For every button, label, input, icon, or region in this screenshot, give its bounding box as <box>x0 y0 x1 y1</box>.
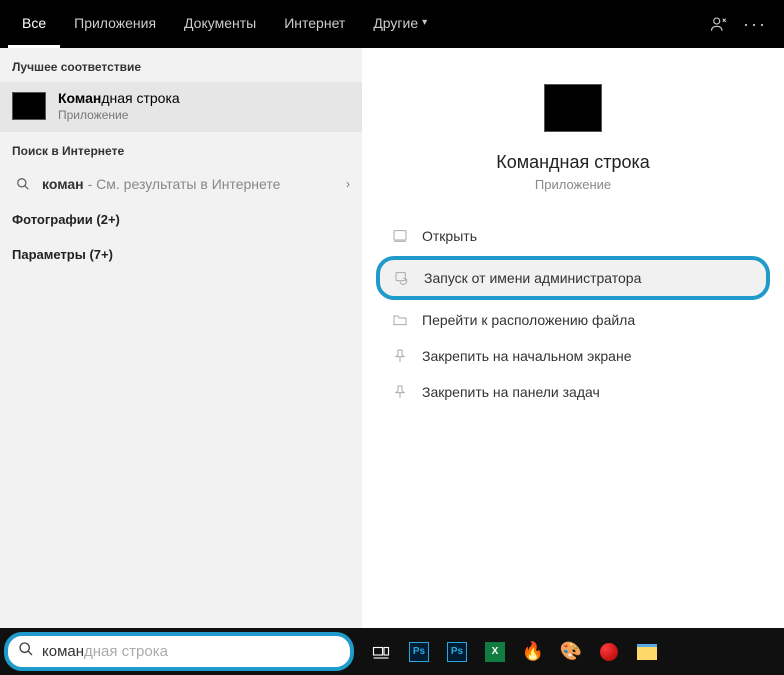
preview-app-icon <box>544 84 602 132</box>
best-match-item[interactable]: Командная строка Приложение <box>0 82 362 132</box>
bottom-bar: командная строка Ps Ps X 🔥 🎨 <box>0 628 784 675</box>
action-open[interactable]: Открыть <box>380 218 766 254</box>
best-match-title: Командная строка <box>58 90 180 106</box>
web-search-row[interactable]: коман - См. результаты в Интернете › <box>0 166 362 202</box>
tab-web[interactable]: Интернет <box>270 0 359 48</box>
tab-all[interactable]: Все <box>8 0 60 48</box>
category-photos[interactable]: Фотографии (2+) <box>0 202 362 237</box>
file-explorer-icon[interactable] <box>630 635 664 669</box>
paint-app-icon[interactable]: 🎨 <box>554 635 588 669</box>
cdburner-app-icon[interactable]: 🔥 <box>516 635 550 669</box>
folder-icon <box>388 312 412 328</box>
action-pin-taskbar[interactable]: Закрепить на панели задач <box>380 374 766 410</box>
preview-subtitle: Приложение <box>535 177 611 192</box>
feedback-icon[interactable] <box>710 15 728 33</box>
search-results-main: Лучшее соответствие Командная строка При… <box>0 48 784 628</box>
filter-tabs: Все Приложения Документы Интернет Другие… <box>8 0 441 48</box>
pin-taskbar-icon <box>388 384 412 400</box>
action-run-as-admin[interactable]: Запуск от имени администратора <box>376 256 770 300</box>
chevron-right-icon: › <box>346 177 350 191</box>
photoshop-app-icon-2[interactable]: Ps <box>440 635 474 669</box>
search-icon <box>18 641 34 662</box>
taskbar: Ps Ps X 🔥 🎨 <box>358 628 784 675</box>
photoshop-app-icon[interactable]: Ps <box>402 635 436 669</box>
excel-app-icon[interactable]: X <box>478 635 512 669</box>
best-match-subtitle: Приложение <box>58 108 180 122</box>
admin-shield-icon <box>390 270 414 286</box>
chevron-down-icon: ▾ <box>422 17 427 28</box>
task-view-icon[interactable] <box>364 635 398 669</box>
pin-start-icon <box>388 348 412 364</box>
web-search-header: Поиск в Интернете <box>0 132 362 166</box>
tab-apps[interactable]: Приложения <box>60 0 170 48</box>
results-left-panel: Лучшее соответствие Командная строка При… <box>0 48 362 628</box>
search-filter-topbar: Все Приложения Документы Интернет Другие… <box>0 0 784 48</box>
category-settings[interactable]: Параметры (7+) <box>0 237 362 272</box>
action-pin-start[interactable]: Закрепить на начальном экране <box>380 338 766 374</box>
search-text[interactable]: командная строка <box>42 643 168 660</box>
opera-app-icon[interactable] <box>592 635 626 669</box>
best-match-header: Лучшее соответствие <box>0 48 362 82</box>
search-box-wrap: командная строка <box>0 628 358 675</box>
cmd-thumbnail-icon <box>12 92 46 120</box>
more-options-icon[interactable]: ··· <box>746 15 764 33</box>
preview-right-panel: Командная строка Приложение Открыть Запу… <box>362 48 784 628</box>
search-icon <box>12 177 34 191</box>
action-open-location[interactable]: Перейти к расположению файла <box>380 302 766 338</box>
taskbar-search-box[interactable]: командная строка <box>4 632 354 671</box>
tab-documents[interactable]: Документы <box>170 0 270 48</box>
action-list: Открыть Запуск от имени администратора П… <box>362 214 784 410</box>
open-icon <box>388 228 412 244</box>
preview-title: Командная строка <box>496 152 650 173</box>
tab-more[interactable]: Другие ▾ <box>359 0 441 48</box>
